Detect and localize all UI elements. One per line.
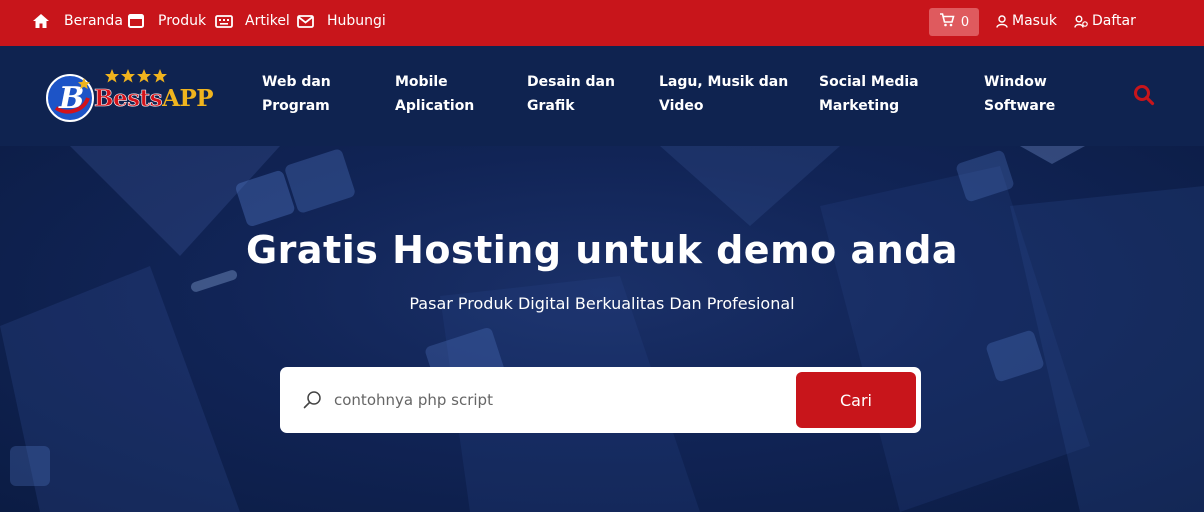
home-icon: [32, 13, 50, 29]
register-label: Daftar: [1092, 13, 1136, 29]
nav-item-line: Aplication: [395, 98, 475, 114]
nav-link-artikel[interactable]: Artikel: [215, 0, 290, 42]
nav-item-line: Social Media: [819, 74, 919, 90]
hero-subtitle: Pasar Produk Digital Berkualitas Dan Pro…: [409, 294, 795, 313]
cart-icon: [939, 13, 955, 31]
cart-count: 0: [960, 14, 970, 30]
envelope-icon: [297, 14, 314, 28]
nav-item-line: Mobile: [395, 74, 448, 90]
nav-label: Artikel: [245, 13, 290, 29]
nav-item-line: Grafik: [527, 98, 575, 114]
nav-item-line: Software: [984, 98, 1056, 114]
nav-item-lagu-musik-video[interactable]: Lagu, Musik dan Video: [659, 70, 809, 118]
nav-item-desain-grafik[interactable]: Desain dan Grafik: [527, 70, 647, 118]
nav-label: Beranda: [64, 13, 123, 29]
svg-text:B: B: [58, 81, 84, 116]
nav-label: Hubungi: [327, 13, 386, 29]
nav-item-mobile-aplication[interactable]: Mobile Aplication: [395, 70, 515, 118]
hero-search-form: Cari: [280, 367, 921, 433]
nav-item-line: Window: [984, 74, 1047, 90]
nav-item-line: Video: [659, 98, 704, 114]
search-icon: [1134, 85, 1155, 106]
search-input[interactable]: [334, 385, 774, 415]
hero-section: [0, 146, 1204, 512]
nav-item-line: Marketing: [819, 98, 900, 114]
top-bar: Beranda Produk Artikel Hubungi 0 Masuk D…: [0, 0, 1204, 46]
nav-link-produk[interactable]: Produk: [128, 0, 206, 42]
nav-item-line: Desain dan: [527, 74, 615, 90]
nav-link-beranda[interactable]: Beranda: [32, 0, 123, 42]
nav-item-window-software[interactable]: Window Software: [984, 70, 1104, 118]
nav-item-line: Web dan: [262, 74, 331, 90]
cart-button[interactable]: 0: [929, 8, 979, 36]
register-link[interactable]: Daftar: [1074, 0, 1136, 42]
nav-item-line: Lagu, Musik dan: [659, 74, 789, 90]
site-logo[interactable]: B BestsAPP: [44, 68, 262, 126]
search-submit-button[interactable]: Cari: [796, 372, 916, 428]
search-icon: [302, 389, 324, 411]
logo-wordmark: BestsAPP: [94, 85, 214, 113]
nav-item-social-media-marketing[interactable]: Social Media Marketing: [819, 70, 939, 118]
rating-stars-icon: [105, 69, 167, 83]
hero-title: Gratis Hosting untuk demo anda: [245, 228, 959, 272]
nav-item-web-program[interactable]: Web dan Program: [262, 70, 382, 118]
nav-link-hubungi[interactable]: Hubungi: [297, 0, 386, 42]
login-label: Masuk: [1012, 13, 1057, 29]
user-icon: [996, 14, 1008, 28]
nav-label: Produk: [158, 13, 207, 29]
login-link[interactable]: Masuk: [996, 0, 1057, 42]
keyboard-icon: [215, 14, 233, 28]
nav-item-line: Program: [262, 98, 330, 114]
user-plus-icon: [1074, 15, 1088, 28]
logo-emblem-icon: B: [46, 74, 94, 122]
hero-background-pattern: [0, 146, 1204, 512]
window-icon: [128, 14, 144, 28]
header-search-button[interactable]: [1133, 84, 1157, 108]
